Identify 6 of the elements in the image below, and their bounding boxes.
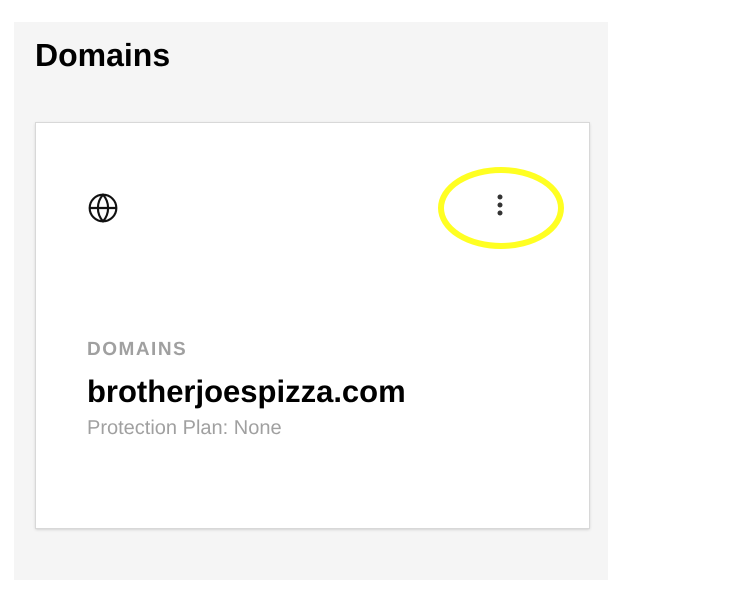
card-category: DOMAINS [87,339,188,361]
vertical-dots-icon [497,194,503,216]
page-title: Domains [35,36,170,74]
globe-icon [87,192,119,224]
domain-name: brotherjoespizza.com [87,373,406,411]
protection-plan: Protection Plan: None [87,416,282,441]
